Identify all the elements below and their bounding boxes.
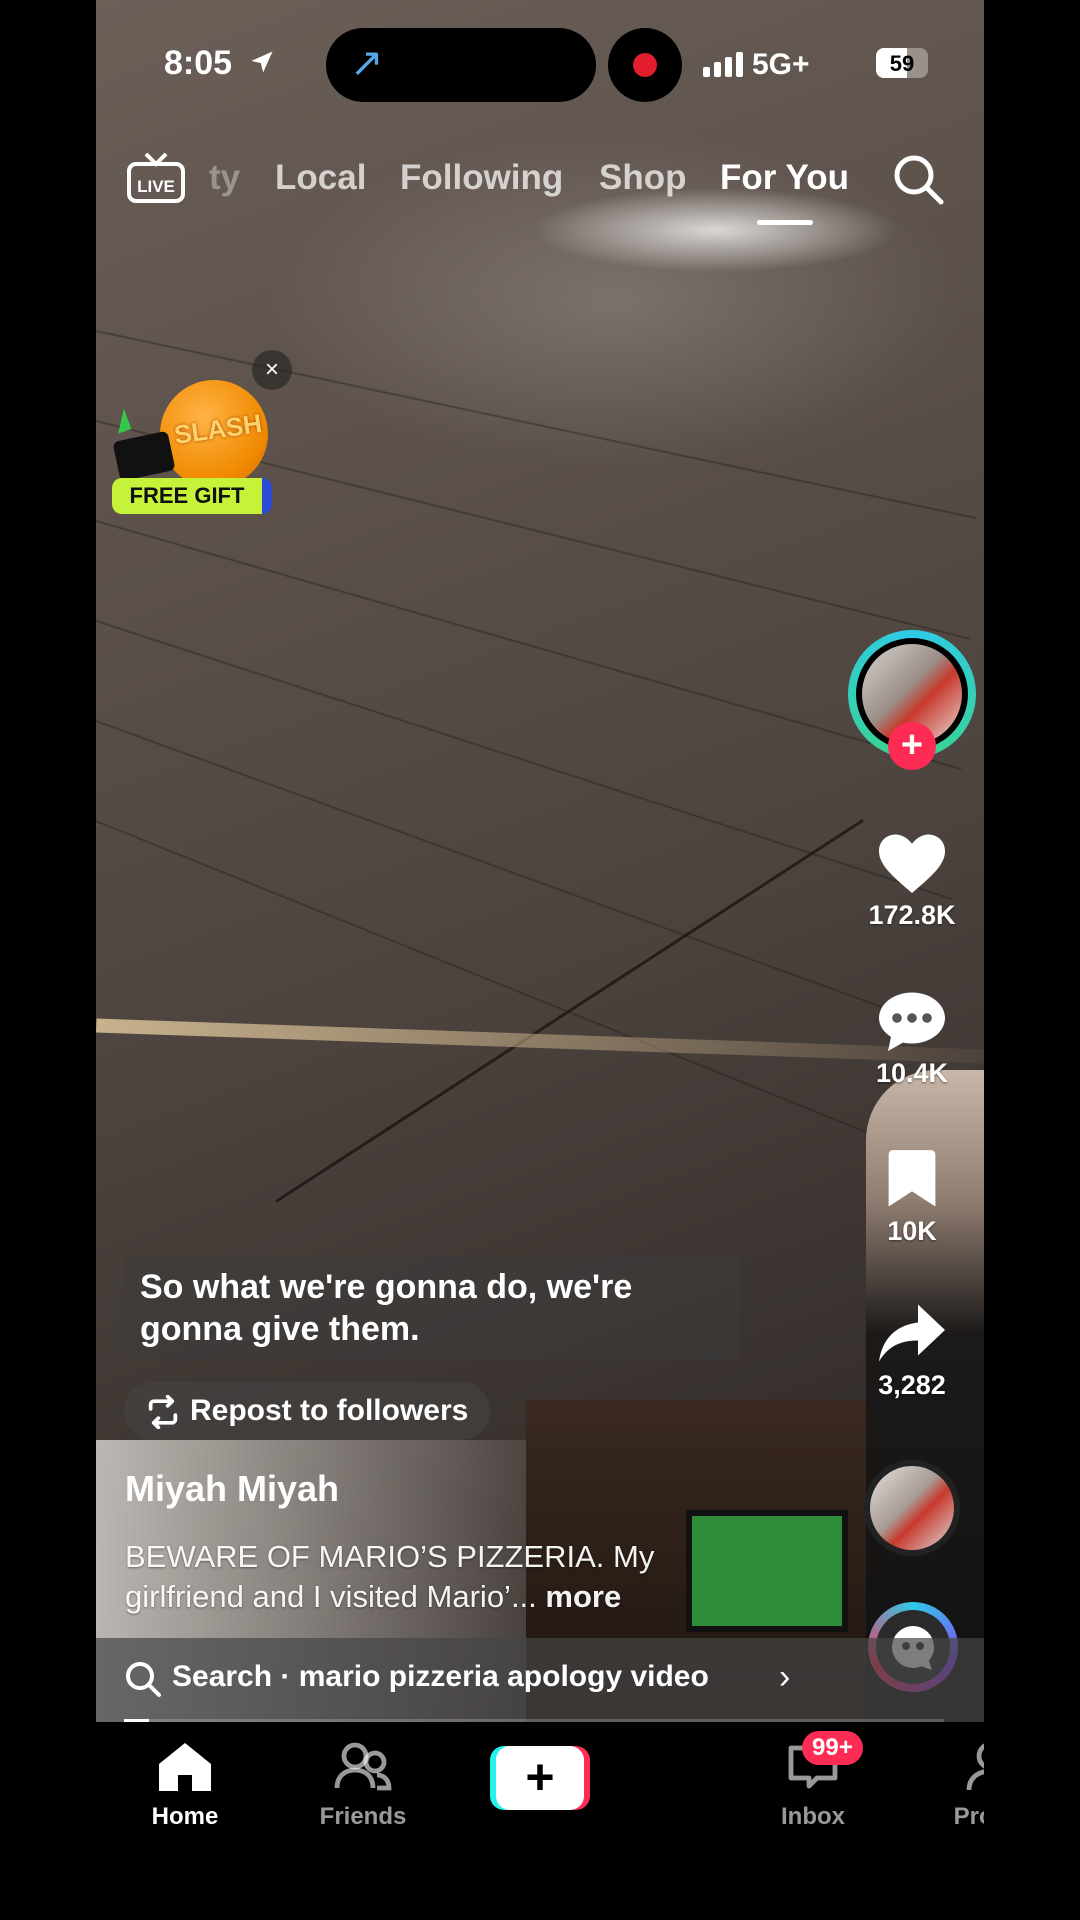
inbox-badge: 99+ — [802, 1731, 863, 1765]
nav-inbox-label: Inbox — [781, 1803, 845, 1830]
tab-for-you[interactable]: For You — [720, 158, 849, 198]
bottom-nav: Home Friends + Inbox 99+ Prof — [96, 1722, 984, 1920]
tab-local[interactable]: Local — [275, 158, 366, 198]
save-button[interactable]: 10K — [848, 1146, 976, 1247]
friends-icon — [334, 1742, 392, 1791]
nav-friends[interactable]: Friends — [293, 1740, 433, 1831]
heart-icon — [879, 834, 945, 893]
nav-home-label: Home — [151, 1803, 219, 1830]
comment-count: 10.4K — [875, 1058, 949, 1088]
active-tab-indicator — [757, 220, 813, 225]
video-caption: So what we're gonna do, we're gonna give… — [124, 1256, 740, 1360]
share-count: 3,282 — [878, 1370, 946, 1400]
home-icon — [159, 1743, 211, 1791]
follow-button[interactable]: + — [888, 722, 936, 770]
leaf-icon — [110, 408, 132, 434]
more-link[interactable]: more — [537, 1579, 621, 1614]
live-tv-icon[interactable]: LIVE — [126, 152, 186, 204]
comment-button[interactable]: 10.4K — [848, 988, 976, 1089]
create-button[interactable]: + — [490, 1746, 590, 1810]
chevron-right-icon: › — [779, 1658, 791, 1696]
video-description[interactable]: BEWARE OF MARIO’S PIZZERIA. My girlfrien… — [125, 1537, 745, 1617]
ceiling-wire — [275, 818, 864, 1203]
battery-percent: 59 — [889, 51, 915, 76]
sound-avatar — [870, 1466, 954, 1550]
search-icon — [126, 1662, 161, 1697]
bookmark-icon — [888, 1150, 936, 1207]
ceiling-plank — [96, 620, 953, 901]
nav-profile-label: Profile — [953, 1803, 984, 1830]
tab-following[interactable]: Following — [400, 158, 563, 198]
profile-icon — [966, 1743, 984, 1791]
repost-button[interactable]: Repost to followers — [124, 1382, 491, 1440]
repost-icon — [148, 1394, 178, 1430]
return-arrow-icon: ↗ — [350, 41, 384, 85]
status-bar: 8:05 ↗ 5G+ 59 — [96, 0, 984, 130]
creator-username[interactable]: Miyah Miyah — [125, 1468, 339, 1510]
like-button[interactable]: 172.8K — [848, 830, 976, 931]
share-arrow-icon — [879, 1304, 945, 1362]
plus-icon: + — [496, 1746, 584, 1810]
save-count: 10K — [887, 1216, 937, 1246]
dynamic-island[interactable]: ↗ — [326, 28, 596, 102]
free-gift-label: FREE GIFT — [112, 478, 272, 514]
phone-screen: 8:05 ↗ 5G+ 59 LIVE ty Local Following Sh… — [96, 0, 984, 1920]
battery-icon: 59 — [876, 48, 928, 78]
like-count: 172.8K — [868, 900, 956, 930]
nav-home[interactable]: Home — [115, 1740, 255, 1831]
record-dot-icon — [633, 53, 657, 77]
search-suggestion-text: Search · mario pizzeria apology video — [172, 1660, 709, 1693]
location-arrow-icon — [251, 51, 273, 73]
tab-shop[interactable]: Shop — [599, 158, 686, 198]
comment-icon — [879, 992, 945, 1051]
tab-partial[interactable]: ty — [209, 158, 240, 198]
nav-profile[interactable]: Profile — [921, 1740, 984, 1831]
search-icon[interactable] — [891, 152, 945, 206]
screen-recording-indicator[interactable] — [608, 28, 682, 102]
status-time: 8:05 — [164, 44, 276, 83]
close-icon[interactable]: × — [252, 350, 292, 390]
free-gift-promo[interactable]: × SLASH FREE GIFT — [110, 350, 308, 520]
search-suggestion-bar[interactable]: Search · mario pizzeria apology video › — [96, 1638, 984, 1722]
gift-card-icon — [112, 430, 176, 482]
ceiling-plank — [96, 520, 962, 771]
nav-friends-label: Friends — [319, 1803, 407, 1830]
sound-disc[interactable] — [864, 1460, 960, 1556]
network-type: 5G+ — [752, 48, 810, 81]
share-button[interactable]: 3,282 — [848, 1300, 976, 1401]
svg-text:LIVE: LIVE — [137, 177, 175, 196]
ceiling-plank — [96, 720, 943, 1030]
signal-bars-icon — [703, 52, 747, 77]
top-tab-bar: LIVE ty Local Following Shop For You — [96, 150, 984, 230]
